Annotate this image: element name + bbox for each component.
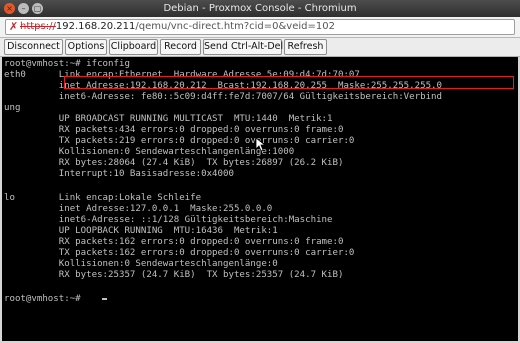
url-field[interactable]: ✗ https://192.168.20.211/qemu/vnc-direct…: [5, 19, 515, 35]
record-button[interactable]: Record: [160, 39, 201, 55]
url-host: 192.168.20.211: [55, 21, 136, 32]
vnc-console[interactable]: root@vmhost:~# ifconfig eth0 Link encap:…: [2, 57, 518, 341]
url-scheme: https://: [20, 21, 56, 32]
address-bar: ✗ https://192.168.20.211/qemu/vnc-direct…: [0, 17, 520, 38]
url-text: https://192.168.20.211/qemu/vnc-direct.h…: [20, 20, 335, 34]
mouse-pointer-icon: [256, 138, 266, 152]
disconnect-button[interactable]: Disconnect: [4, 39, 63, 55]
text-cursor: [102, 298, 107, 300]
window-titlebar: × – ▢ Debian - Proxmox Console - Chromiu…: [0, 0, 520, 17]
terminal-line: Interrupt:10 Basisadresse:0x4000: [4, 169, 234, 179]
url-path: /qemu/vnc-direct.htm?cid=0&veid=102: [135, 21, 335, 32]
refresh-button[interactable]: Refresh: [284, 39, 327, 55]
insecure-connection-icon[interactable]: ✗: [9, 20, 19, 34]
terminal-line: inet6-Adresse: fe80::5c09:d4ff:fe7d:7007…: [4, 92, 442, 102]
highlight-box: [64, 76, 514, 89]
terminal-line: RX bytes:25357 (24.7 KiB) TX bytes:25357…: [4, 270, 344, 280]
vnc-toolbar: Disconnect Options Clipboard Record Send…: [0, 38, 520, 57]
terminal-prompt: root@vmhost:~#: [4, 294, 87, 304]
window-title: Debian - Proxmox Console - Chromium: [163, 3, 357, 14]
clipboard-button[interactable]: Clipboard: [109, 39, 158, 55]
options-button[interactable]: Options: [65, 39, 107, 55]
send-ctrl-alt-del-button[interactable]: Send Ctrl-Alt-Del: [203, 39, 283, 55]
